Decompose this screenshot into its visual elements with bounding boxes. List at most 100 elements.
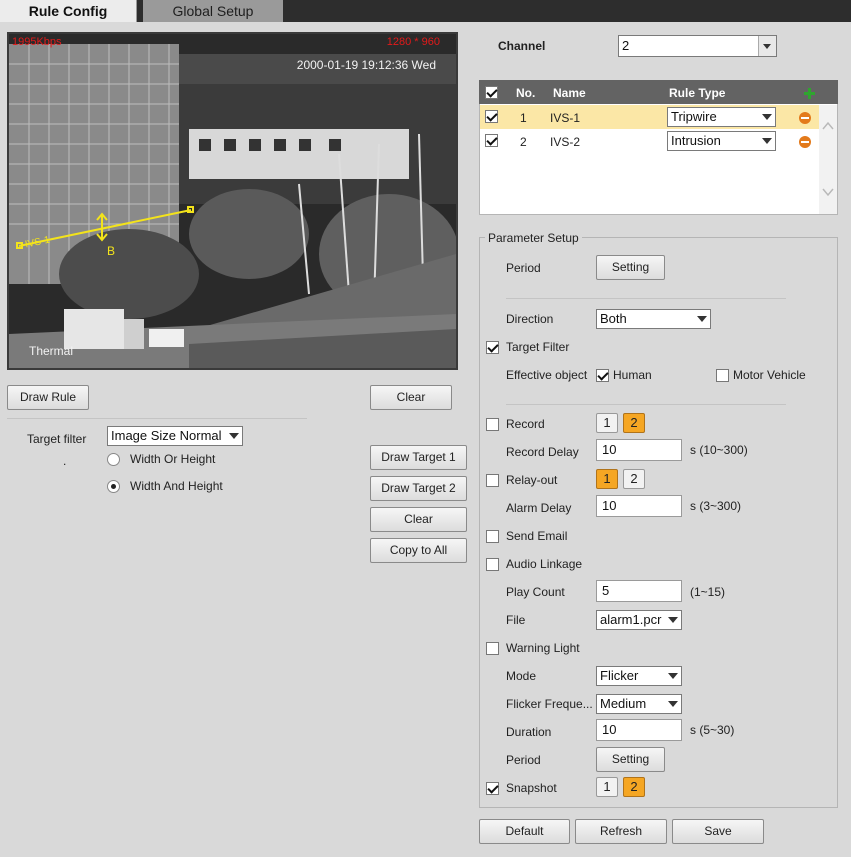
record-delay-range: s (10~300) xyxy=(690,443,748,457)
target-filter-select[interactable]: Image Size Normal xyxy=(107,426,243,446)
snapshot-2-button[interactable]: 2 xyxy=(623,777,645,797)
play-count-range: (1~15) xyxy=(690,585,726,599)
save-button[interactable]: Save xyxy=(672,819,764,844)
header-no: No. xyxy=(516,86,536,100)
row-1-checkbox[interactable] xyxy=(485,110,498,123)
flicker-frequency-select[interactable]: Medium xyxy=(596,694,682,714)
default-button[interactable]: Default xyxy=(479,819,570,844)
snapshot-label: Snapshot xyxy=(506,781,557,795)
remove-rule-icon[interactable] xyxy=(799,112,811,124)
channel-label: Channel xyxy=(498,39,546,53)
record-delay-input[interactable]: 10 xyxy=(596,439,682,461)
tab-rule-config[interactable]: Rule Config xyxy=(0,0,137,22)
relay-out-2-button[interactable]: 2 xyxy=(623,469,645,489)
direction-value: Both xyxy=(600,311,627,326)
duration-range: s (5~30) xyxy=(690,723,735,737)
chevron-down-icon xyxy=(668,701,678,707)
alarm-delay-input[interactable]: 10 xyxy=(596,495,682,517)
resolution-overlay: 1280 * 960 xyxy=(386,36,440,48)
snapshot-checkbox[interactable] xyxy=(486,782,499,795)
clear-rule-button[interactable]: Clear xyxy=(370,385,452,410)
audio-linkage-checkbox[interactable] xyxy=(486,558,499,571)
header-rule-type: Rule Type xyxy=(669,86,726,100)
row-2-rule-type: Intrusion xyxy=(671,133,721,148)
send-email-label: Send Email xyxy=(506,529,568,543)
header-name: Name xyxy=(553,86,586,100)
row-2-name: IVS-2 xyxy=(550,135,581,149)
period-setting-button[interactable]: Setting xyxy=(596,255,665,280)
mode-label: Mode xyxy=(506,669,537,683)
relay-out-label: Relay-out xyxy=(506,473,558,487)
bitrate-overlay: 1995Kbps xyxy=(12,36,62,48)
width-or-height-radio[interactable] xyxy=(107,453,120,466)
human-checkbox[interactable] xyxy=(596,369,609,382)
play-count-input[interactable]: 5 xyxy=(596,580,682,602)
duration-input[interactable]: 10 xyxy=(596,719,682,741)
select-all-checkbox[interactable] xyxy=(485,86,498,99)
channel-select[interactable]: 2 xyxy=(618,35,777,57)
period-2-label: Period xyxy=(506,753,541,767)
divider xyxy=(506,298,786,299)
record-checkbox[interactable] xyxy=(486,418,499,431)
file-select[interactable]: alarm1.pcr xyxy=(596,610,682,630)
file-value: alarm1.pcr xyxy=(600,612,662,627)
target-filter-value: Image Size Normal xyxy=(111,428,222,443)
human-label: Human xyxy=(613,368,652,382)
row-2-checkbox[interactable] xyxy=(485,134,498,147)
video-preview[interactable]: 1995Kbps 1280 * 960 2000-01-19 19:12:36 … xyxy=(7,32,458,370)
target-filter-option-label: Target Filter xyxy=(506,340,570,354)
mode-select[interactable]: Flicker xyxy=(596,666,682,686)
snapshot-1-button[interactable]: 1 xyxy=(596,777,618,797)
record-channel-2-button[interactable]: 2 xyxy=(623,413,645,433)
row-1-rule-type: Tripwire xyxy=(671,109,717,124)
chevron-down-icon xyxy=(668,673,678,679)
chevron-down-icon xyxy=(762,114,772,120)
relay-out-1-button[interactable]: 1 xyxy=(596,469,618,489)
direction-select[interactable]: Both xyxy=(596,309,711,329)
thermal-scene-image xyxy=(9,34,456,368)
row-1-no: 1 xyxy=(520,111,527,125)
mode-value: Flicker xyxy=(600,668,639,683)
chevron-down-icon xyxy=(229,433,239,439)
width-or-height-label: Width Or Height xyxy=(130,452,216,466)
flicker-frequency-value: Medium xyxy=(600,696,647,711)
width-and-height-label: Width And Height xyxy=(130,479,223,493)
tab-global-setup[interactable]: Global Setup xyxy=(143,0,283,22)
alarm-delay-label: Alarm Delay xyxy=(506,501,572,515)
draw-rule-button[interactable]: Draw Rule xyxy=(7,385,89,410)
clear-target-button[interactable]: Clear xyxy=(370,507,467,532)
add-rule-icon[interactable] xyxy=(803,87,816,100)
row-2-rule-type-select[interactable]: Intrusion xyxy=(667,131,776,151)
chevron-down-icon xyxy=(763,44,771,49)
send-email-checkbox[interactable] xyxy=(486,530,499,543)
draw-target-1-button[interactable]: Draw Target 1 xyxy=(370,445,467,470)
chevron-down-icon xyxy=(668,617,678,623)
motor-vehicle-checkbox[interactable] xyxy=(716,369,729,382)
table-scrollbar[interactable] xyxy=(819,105,837,214)
record-channel-1-button[interactable]: 1 xyxy=(596,413,618,433)
width-and-height-radio[interactable] xyxy=(107,480,120,493)
record-label: Record xyxy=(506,417,545,431)
warning-light-label: Warning Light xyxy=(506,641,580,655)
chevron-down-icon xyxy=(697,316,707,322)
alarm-delay-range: s (3~300) xyxy=(690,499,742,513)
period-2-setting-button[interactable]: Setting xyxy=(596,747,665,772)
remove-rule-icon[interactable] xyxy=(799,136,811,148)
channel-overlay: Thermal xyxy=(29,344,74,358)
direction-label: Direction xyxy=(506,312,554,326)
timestamp-overlay: 2000-01-19 19:12:36 Wed xyxy=(296,58,436,72)
relay-out-checkbox[interactable] xyxy=(486,474,499,487)
refresh-button[interactable]: Refresh xyxy=(575,819,667,844)
dot-label: . xyxy=(63,454,67,468)
target-filter-checkbox[interactable] xyxy=(486,341,499,354)
flicker-frequency-label: Flicker Freque... xyxy=(506,697,593,711)
row-1-rule-type-select[interactable]: Tripwire xyxy=(667,107,776,127)
warning-light-checkbox[interactable] xyxy=(486,642,499,655)
motor-vehicle-label: Motor Vehicle xyxy=(733,368,806,382)
copy-to-all-button[interactable]: Copy to All xyxy=(370,538,467,563)
divider xyxy=(506,404,786,405)
play-count-label: Play Count xyxy=(506,585,565,599)
period-label: Period xyxy=(506,261,541,275)
draw-target-2-button[interactable]: Draw Target 2 xyxy=(370,476,467,501)
effective-object-label: Effective object xyxy=(506,368,588,382)
